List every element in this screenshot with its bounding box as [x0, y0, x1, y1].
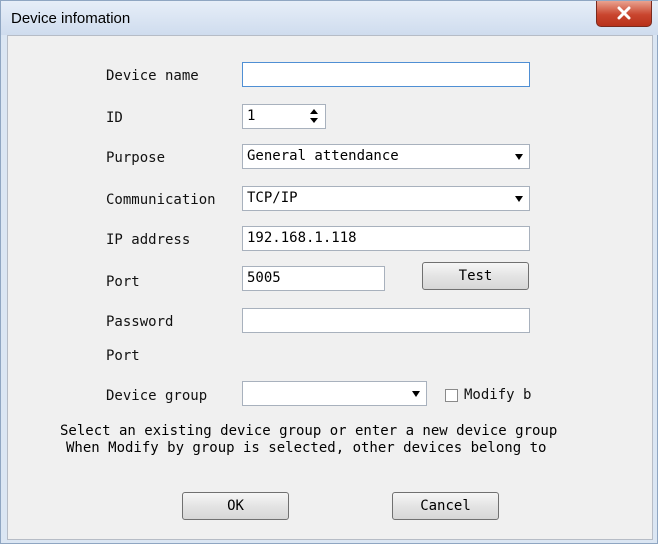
- close-button[interactable]: [596, 1, 652, 27]
- modify-by-group-label: Modify b: [464, 387, 532, 403]
- info-line-2: When Modify by group is selected, other …: [66, 440, 547, 456]
- communication-value: TCP/IP: [247, 190, 298, 206]
- port-input[interactable]: 5005: [242, 266, 385, 291]
- port-label: Port: [106, 274, 140, 290]
- id-value: 1: [247, 108, 256, 124]
- password-label: Password: [106, 314, 174, 330]
- password-input[interactable]: [242, 308, 530, 333]
- dropdown-arrow-icon: [515, 154, 523, 160]
- device-group-select[interactable]: [242, 381, 427, 406]
- title-bar[interactable]: Device infomation: [1, 1, 658, 35]
- device-name-input[interactable]: [242, 62, 530, 87]
- modify-by-group-checkbox[interactable]: [445, 389, 458, 402]
- info-line-1: Select an existing device group or enter…: [60, 423, 558, 439]
- communication-select[interactable]: TCP/IP: [242, 186, 530, 211]
- dialog-body: Device name ID 1 Purpose General attenda…: [7, 35, 653, 540]
- purpose-label: Purpose: [106, 150, 166, 166]
- window-title: Device infomation: [11, 10, 131, 27]
- purpose-select[interactable]: General attendance: [242, 144, 530, 169]
- ip-address-input[interactable]: 192.168.1.118: [242, 226, 530, 251]
- ip-address-label: IP address: [106, 232, 191, 248]
- port-label-2: Port: [106, 348, 140, 364]
- id-spinbox[interactable]: 1: [242, 104, 326, 129]
- device-name-label: Device name: [106, 68, 199, 84]
- spin-arrows-icon[interactable]: [309, 108, 319, 125]
- ok-button[interactable]: OK: [182, 492, 289, 520]
- device-info-dialog: Device infomation Device name ID 1 Purpo…: [0, 0, 658, 544]
- test-button[interactable]: Test: [422, 262, 529, 290]
- device-group-label: Device group: [106, 388, 208, 404]
- id-label: ID: [106, 110, 123, 126]
- cancel-button[interactable]: Cancel: [392, 492, 499, 520]
- communication-label: Communication: [106, 192, 216, 208]
- purpose-value: General attendance: [247, 148, 399, 164]
- dropdown-arrow-icon: [412, 391, 420, 397]
- dropdown-arrow-icon: [515, 196, 523, 202]
- close-icon: [617, 6, 631, 20]
